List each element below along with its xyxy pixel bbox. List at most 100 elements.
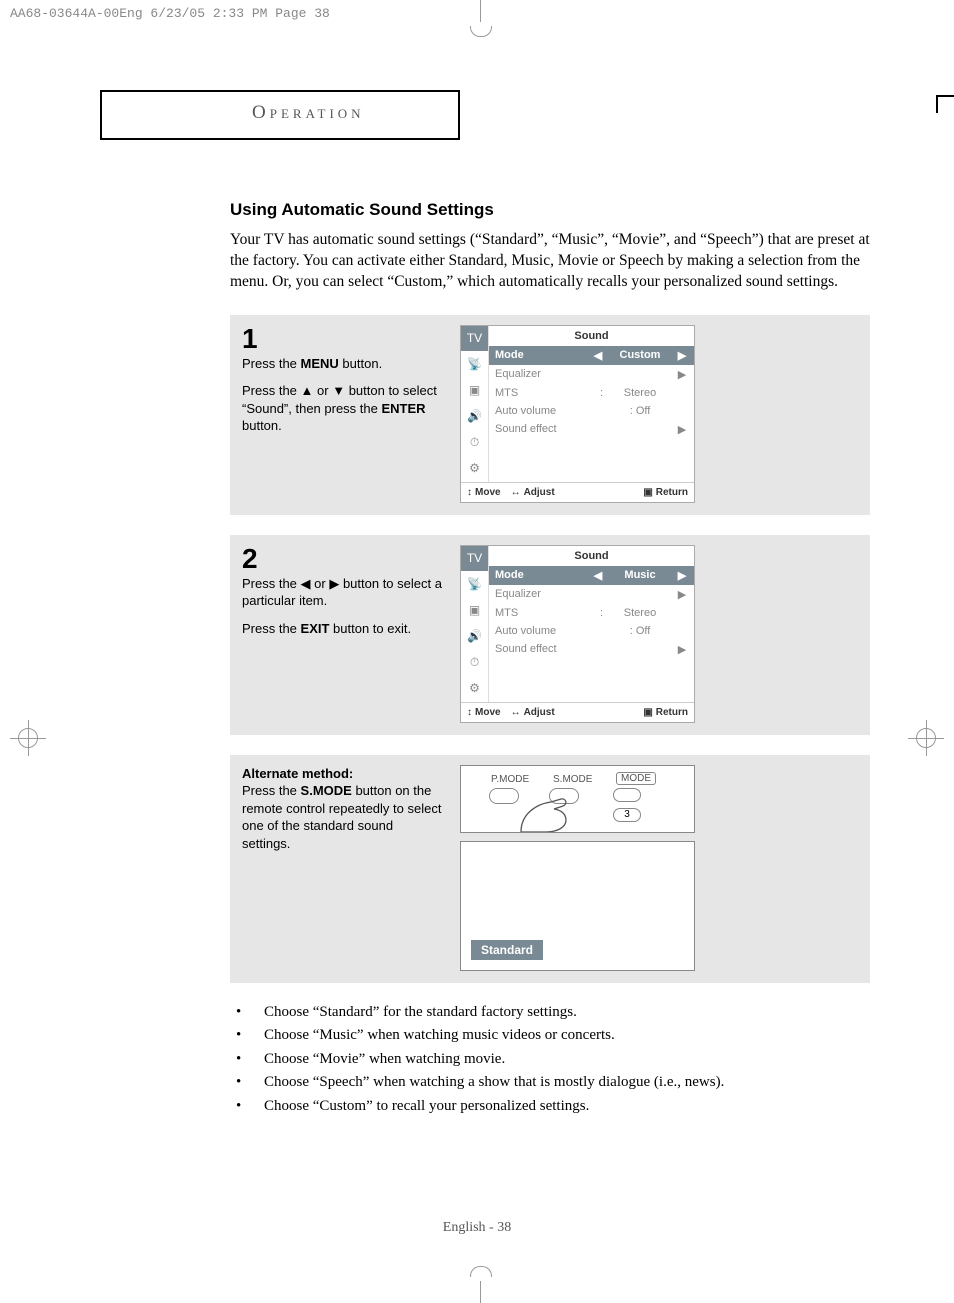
osd-value: : Off xyxy=(604,625,676,637)
chapter-tab: Operation xyxy=(100,90,460,140)
step-1-block: 1 Press the MENU button. Press the ▲ or … xyxy=(230,315,870,515)
smode-button-name: S.MODE xyxy=(301,783,352,798)
chapter-tab-label: Operation xyxy=(252,102,365,123)
step-2-block: 2 Press the ◀ or ▶ button to select a pa… xyxy=(230,535,870,735)
remote-mode-button xyxy=(613,788,641,802)
text: Press the xyxy=(242,356,301,371)
osd-picture-icon: ▣ xyxy=(461,598,488,624)
step-2-number: 2 xyxy=(242,545,442,573)
return-icon: ▣ xyxy=(643,707,652,718)
remote-mode-label: MODE xyxy=(616,772,656,785)
right-cropmark xyxy=(936,95,954,113)
right-arrow-icon: ▶ xyxy=(329,576,339,591)
right-arrow-icon: ▶ xyxy=(676,643,688,656)
osd-side-icons: TV 📡 ▣ 🔊 ⏱ ⚙ xyxy=(461,326,489,482)
osd-sound-menu-1: TV 📡 ▣ 🔊 ⏱ ⚙ Sound Mode ◀ xyxy=(460,325,695,503)
list-item: Choose “Speech” when watching a show tha… xyxy=(230,1073,870,1093)
osd-label: Auto volume xyxy=(495,625,604,637)
alternate-method-block: Alternate method: Press the S.MODE butto… xyxy=(230,755,870,983)
osd-row-mts: MTS : Stereo xyxy=(489,604,694,622)
osd-standard-overlay: Standard xyxy=(460,841,695,971)
bullet-list: Choose “Standard” for the standard facto… xyxy=(230,1003,870,1117)
osd-value: Music xyxy=(604,569,676,581)
osd-footer-return: Return xyxy=(656,487,688,498)
left-arrow-icon: ◀ xyxy=(592,349,604,362)
osd-standard-tag: Standard xyxy=(471,940,543,960)
text: or xyxy=(311,576,330,591)
osd-label: Mode xyxy=(495,569,592,581)
osd-footer-adjust: Adjust xyxy=(524,487,555,498)
print-header: AA68-03644A-00Eng 6/23/05 2:33 PM Page 3… xyxy=(10,6,330,21)
osd-row-auto-volume: Auto volume : Off xyxy=(489,402,694,420)
osd-value: : Off xyxy=(604,405,676,417)
osd-row-mts: MTS : Stereo xyxy=(489,384,694,402)
left-regmark xyxy=(10,720,46,756)
osd-label: Sound effect xyxy=(495,643,676,655)
step-1-text: 1 Press the MENU button. Press the ▲ or … xyxy=(242,325,442,503)
step-1-number: 1 xyxy=(242,325,442,353)
osd-row-auto-volume: Auto volume : Off xyxy=(489,622,694,640)
remote-3-button: 3 xyxy=(613,808,641,822)
osd-row-sound-effect: Sound effect ▶ xyxy=(489,420,694,439)
left-arrow-icon: ◀ xyxy=(592,569,604,582)
up-arrow-icon: ▲ xyxy=(301,383,314,398)
right-arrow-icon: ▶ xyxy=(676,569,688,582)
osd-title: Sound xyxy=(489,546,694,566)
list-item: Choose “Music” when watching music video… xyxy=(230,1026,870,1046)
intro-paragraph: Your TV has automatic sound settings (“S… xyxy=(230,230,870,293)
osd-label: Sound effect xyxy=(495,423,676,435)
osd-tv-icon: TV xyxy=(461,326,488,352)
osd-side-icons: TV 📡 ▣ 🔊 ⏱ ⚙ xyxy=(461,546,489,702)
osd-sound-icon: 🔊 xyxy=(461,404,488,430)
osd-label: Mode xyxy=(495,349,592,361)
text: button. xyxy=(339,356,382,371)
osd-timer-icon: ⏱ xyxy=(461,430,488,456)
remote-pmode-label: P.MODE xyxy=(491,774,529,785)
osd-setup-icon: ⚙ xyxy=(461,456,488,482)
text: Press the xyxy=(242,621,301,636)
osd-row-mode: Mode ◀ Custom ▶ xyxy=(489,346,694,365)
right-arrow-icon: ▶ xyxy=(676,423,688,436)
osd-title: Sound xyxy=(489,326,694,346)
osd-antenna-icon: 📡 xyxy=(461,352,488,378)
remote-diagram: P.MODE S.MODE MODE 3 xyxy=(460,765,695,833)
osd-label: MTS xyxy=(495,387,600,399)
osd-tv-icon: TV xyxy=(461,546,488,572)
section-title: Using Automatic Sound Settings xyxy=(230,200,870,220)
osd-row-equalizer: Equalizer ▶ xyxy=(489,585,694,604)
osd-footer-move: Move xyxy=(475,487,501,498)
osd-footer-adjust: Adjust xyxy=(524,707,555,718)
osd-label: Auto volume xyxy=(495,405,604,417)
remote-pmode-button xyxy=(489,788,519,804)
updown-arrow-icon: ↕ xyxy=(467,487,472,498)
right-arrow-icon: ▶ xyxy=(676,588,688,601)
text: button to exit. xyxy=(329,621,411,636)
list-item: Choose “Movie” when watching movie. xyxy=(230,1050,870,1070)
osd-footer-move: Move xyxy=(475,707,501,718)
osd-antenna-icon: 📡 xyxy=(461,572,488,598)
osd-row-mode: Mode ◀ Music ▶ xyxy=(489,566,694,585)
text: Press the xyxy=(242,783,301,798)
updown-arrow-icon: ↕ xyxy=(467,707,472,718)
menu-button-name: MENU xyxy=(301,356,339,371)
osd-value: Custom xyxy=(604,349,676,361)
osd-timer-icon: ⏱ xyxy=(461,650,488,676)
page-footer: English - 38 xyxy=(0,1220,954,1236)
text: or xyxy=(313,383,332,398)
step-2-text: 2 Press the ◀ or ▶ button to select a pa… xyxy=(242,545,442,723)
return-icon: ▣ xyxy=(643,487,652,498)
osd-row-sound-effect: Sound effect ▶ xyxy=(489,640,694,659)
osd-footer: ↕Move ↔Adjust ▣Return xyxy=(461,702,694,722)
osd-label: MTS xyxy=(495,607,600,619)
right-arrow-icon: ▶ xyxy=(676,349,688,362)
osd-setup-icon: ⚙ xyxy=(461,676,488,702)
alternate-method-title: Alternate method: xyxy=(242,766,353,781)
osd-row-equalizer: Equalizer ▶ xyxy=(489,365,694,384)
leftright-arrow-icon: ↔ xyxy=(511,707,521,718)
list-item: Choose “Standard” for the standard facto… xyxy=(230,1003,870,1023)
top-cropmark xyxy=(470,0,490,36)
content-area: Using Automatic Sound Settings Your TV h… xyxy=(230,200,870,1116)
osd-footer: ↕Move ↔Adjust ▣Return xyxy=(461,482,694,502)
osd-label: Equalizer xyxy=(495,588,676,600)
exit-button-name: EXIT xyxy=(301,621,330,636)
